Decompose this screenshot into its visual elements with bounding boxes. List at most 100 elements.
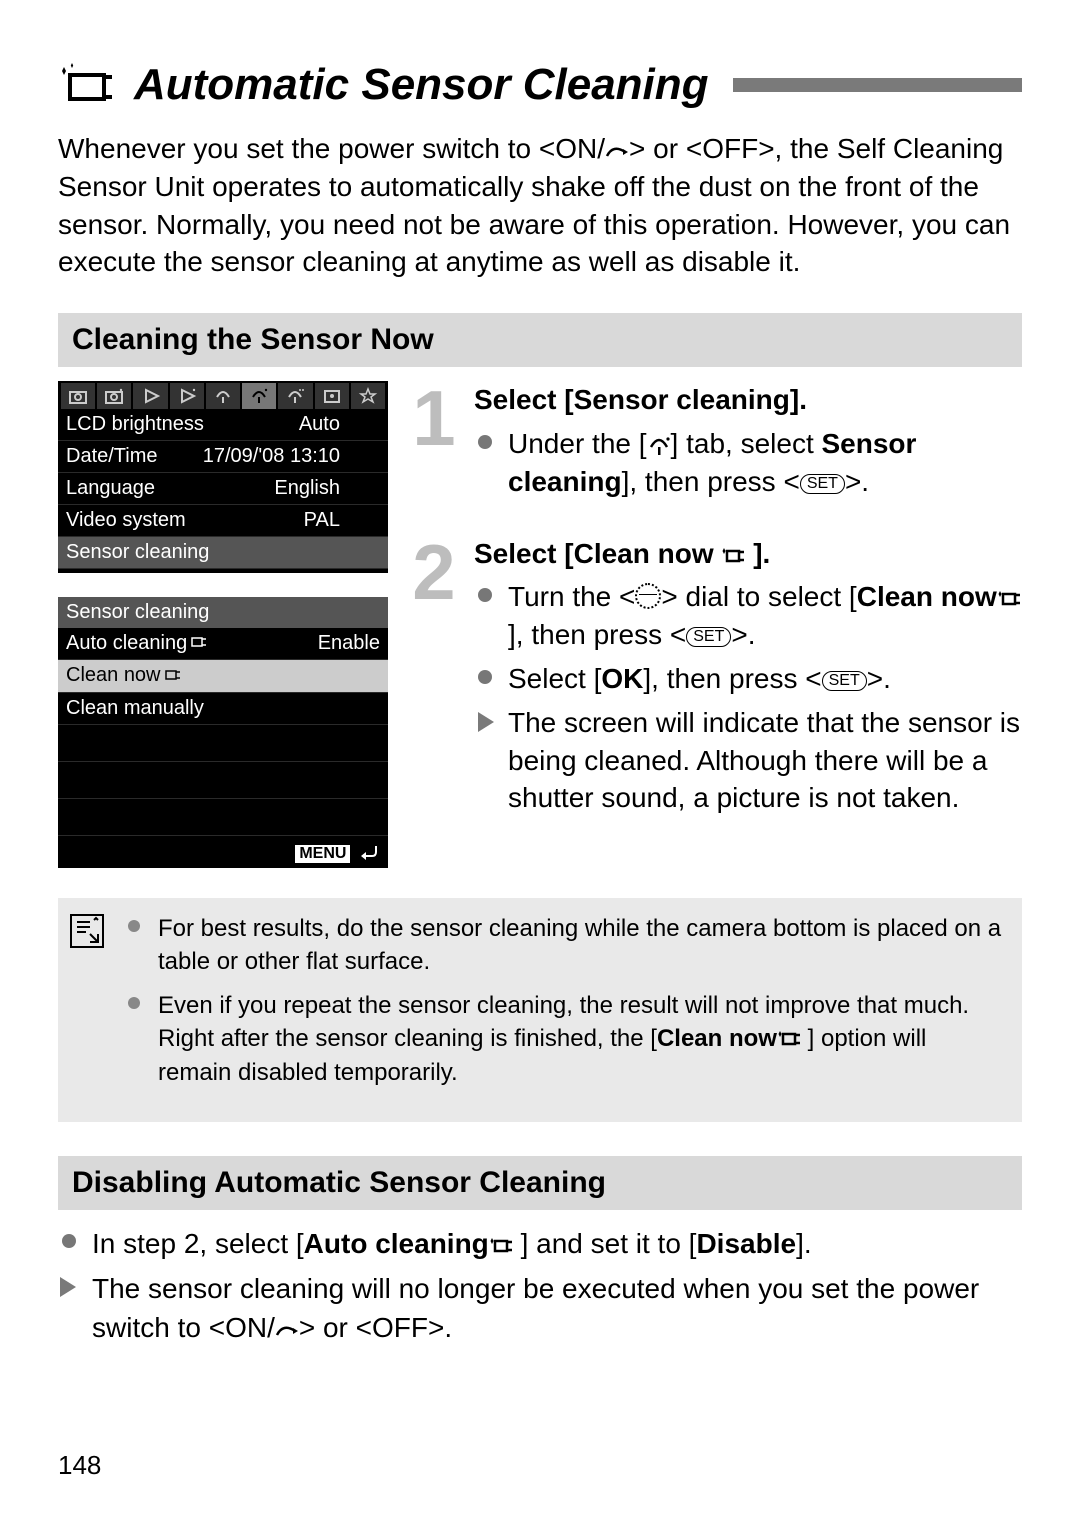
menu-key: Date/Time: [66, 445, 158, 468]
step-number: 2: [406, 535, 462, 824]
menu-row-lcd-brightness: LCD brightness Auto: [58, 409, 388, 441]
set-button-icon: SET: [686, 627, 731, 647]
submenu-key: Auto cleaning: [66, 632, 187, 654]
set-button-icon: SET: [822, 671, 867, 691]
step2-bullet2: Select [OK], then press <SET>.: [474, 660, 1022, 698]
txt: The screen will indicate that the sensor…: [508, 707, 1020, 814]
menu-val: PAL: [304, 509, 380, 532]
step2-result: The screen will indicate that the sensor…: [474, 704, 1022, 817]
step-title: Select [Sensor cleaning].: [474, 381, 1022, 419]
tab-play1-icon: [133, 383, 167, 409]
menu-key: Sensor cleaning: [66, 541, 209, 564]
sensor-cleaning-icon: [489, 1228, 513, 1259]
txt: ], then press <: [643, 663, 821, 694]
step-1: 1 Select [Sensor cleaning]. Under the []…: [406, 381, 1022, 506]
txt: > dial to select [: [661, 581, 856, 612]
tab-setup3-icon: [278, 383, 312, 409]
txt: Select [Clean now: [474, 538, 714, 569]
sensor-cleaning-icon: [777, 1025, 801, 1052]
menu-key: LCD brightness: [66, 413, 204, 436]
step-number: 1: [406, 381, 462, 506]
submenu-row-clean-now-selected: Clean now: [58, 660, 388, 692]
on-label: ON: [555, 133, 597, 164]
note-icon: [68, 912, 108, 1100]
slash: /: [597, 133, 605, 164]
sensor-mini-icon: [189, 632, 207, 655]
tab-shoot1-icon: [61, 383, 95, 409]
menu-val: English: [274, 477, 380, 500]
step-2: 2 Select [Clean now ]. Turn the < > dial …: [406, 535, 1022, 824]
set-button-icon: SET: [800, 474, 845, 494]
quick-control-dial-icon: [635, 583, 661, 609]
txt: Turn the <: [508, 581, 635, 612]
write-icon: [275, 1312, 299, 1343]
tab-play2-icon: [170, 383, 204, 409]
menu-val: Auto: [299, 413, 380, 436]
step1-bullet: Under the [] tab, select Sensor cleaning…: [474, 425, 1022, 501]
submenu-title: Sensor cleaning: [58, 597, 388, 628]
menu-row-datetime: Date/Time 17/09/'08 13:10: [58, 441, 388, 473]
wrench-tab-icon: [647, 428, 671, 459]
txt: For best results, do the sensor cleaning…: [158, 915, 1001, 976]
menu-row-language: Language English: [58, 473, 388, 505]
txt: ].: [796, 1228, 812, 1259]
off-label: OFF: [702, 133, 758, 164]
submenu-key: Clean now: [66, 664, 161, 686]
txt: >.: [845, 466, 869, 497]
lcd-sensor-cleaning-submenu: Sensor cleaning Auto cleaning Enable Cle…: [58, 597, 388, 867]
submenu-key: Clean manually: [66, 697, 204, 720]
lcd-setup-menu: LCD brightness Auto Date/Time 17/09/'08 13…: [58, 381, 388, 573]
bold: OK: [601, 663, 643, 694]
txt: Under the [: [508, 428, 647, 459]
txt: >.: [428, 1312, 452, 1343]
txt: >.: [731, 619, 755, 650]
bold: Clean now: [857, 581, 997, 612]
bold: Disable: [696, 1228, 796, 1259]
sensor-cleaning-icon: [997, 581, 1021, 612]
sensor-mini-icon: [163, 665, 181, 688]
menu-key: Language: [66, 477, 155, 500]
on-label: ON: [225, 1312, 267, 1343]
submenu-row-blank: [58, 725, 388, 762]
off-label: OFF: [372, 1312, 428, 1343]
disable-item: In step 2, select [Auto cleaning ] and s…: [58, 1224, 1022, 1263]
txt: ], then press <: [622, 466, 800, 497]
txt: > or <: [299, 1312, 372, 1343]
menu-val: 17/09/'08 13:10: [203, 445, 380, 468]
submenu-footer: MENU: [58, 836, 388, 864]
subheading-disabling: Disabling Automatic Sensor Cleaning: [58, 1156, 1022, 1210]
step-title: Select [Clean now ].: [474, 535, 1022, 573]
txt: ], then press <: [508, 619, 686, 650]
submenu-row-blank: [58, 799, 388, 836]
menu-row-sensor-cleaning: Sensor cleaning: [58, 537, 388, 569]
sensor-cleaning-icon: [58, 63, 116, 107]
txt: >.: [867, 663, 891, 694]
note-box: For best results, do the sensor cleaning…: [58, 898, 1022, 1122]
menu-row-video-system: Video systemPAL: [58, 505, 388, 537]
write-icon: [605, 133, 629, 164]
tab-setup1-icon: [206, 383, 240, 409]
submenu-row-clean-manually: Clean manually: [58, 693, 388, 725]
tab-shoot2-icon: [97, 383, 131, 409]
tab-setup2-icon-selected: [242, 383, 276, 409]
lcd-tab-strip: [58, 381, 388, 409]
submenu-val: Enable: [318, 632, 380, 655]
submenu-row-blank: [58, 762, 388, 799]
return-icon: [356, 841, 380, 863]
txt: Select [: [508, 663, 601, 694]
page-title-row: Automatic Sensor Cleaning: [58, 60, 1022, 110]
submenu-row-auto-cleaning: Auto cleaning Enable: [58, 628, 388, 660]
subheading-cleaning-now: Cleaning the Sensor Now: [58, 313, 1022, 367]
menu-badge: MENU: [295, 845, 350, 863]
intro-b: > or <: [629, 133, 702, 164]
intro-a: Whenever you set the power switch to <: [58, 133, 555, 164]
intro-text: Whenever you set the power switch to <ON…: [58, 130, 1022, 281]
txt: ] tab, select: [671, 428, 822, 459]
bold: Clean now: [657, 1025, 777, 1052]
txt: ] and set it to [: [513, 1228, 697, 1259]
note-item: Even if you repeat the sensor cleaning, …: [128, 989, 1004, 1090]
tab-mymenu-icon: [351, 383, 385, 409]
step2-bullet1: Turn the < > dial to select [Clean now ],…: [474, 578, 1022, 654]
page-title: Automatic Sensor Cleaning: [134, 60, 709, 110]
page-number: 148: [58, 1450, 101, 1481]
